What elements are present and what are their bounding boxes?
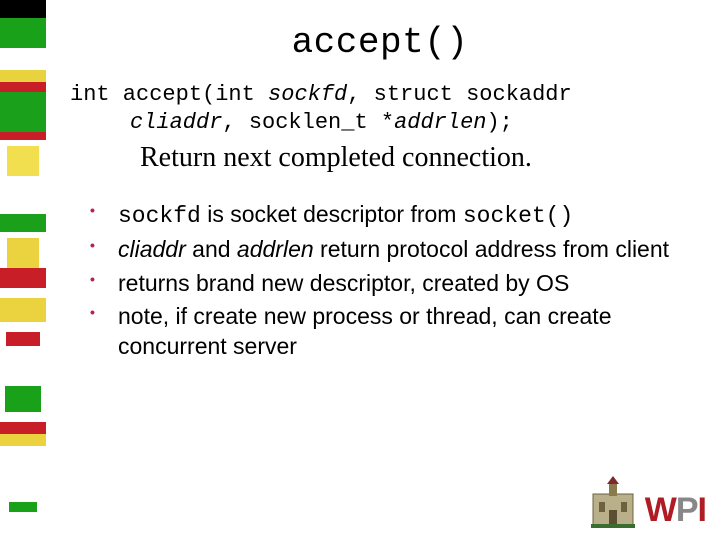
function-signature: int accept(int sockfd, struct sockaddr c… xyxy=(70,81,690,136)
logo-letter: I xyxy=(698,491,706,529)
sig-arg: sockfd xyxy=(268,82,347,107)
sig-text: int accept(int xyxy=(70,82,268,107)
list-item: note, if create new process or thread, c… xyxy=(90,302,690,361)
bullet-segment: sockfd xyxy=(118,203,201,229)
bullet-segment: return protocol address from client xyxy=(314,236,669,262)
bullet-segment: addrlen xyxy=(237,236,314,262)
sig-arg: addrlen xyxy=(394,110,486,135)
bullet-segment: and xyxy=(186,236,237,262)
sig-line1: int accept(int sockfd, struct sockaddr xyxy=(70,82,572,107)
list-item: returns brand new descriptor, created by… xyxy=(90,269,690,298)
wpi-logo: WPI xyxy=(589,476,706,530)
slide-title: accept() xyxy=(70,22,690,63)
sig-text: ); xyxy=(486,110,512,135)
slide-content: accept() int accept(int sockfd, struct s… xyxy=(70,22,690,365)
list-item: cliaddr and addrlen return protocol addr… xyxy=(90,235,690,264)
bullet-list: sockfd is socket descriptor from socket(… xyxy=(70,200,690,361)
sig-text: , socklen_t * xyxy=(222,110,394,135)
decorative-sidebar xyxy=(0,0,46,540)
wpi-seal-icon xyxy=(589,476,637,530)
bullet-segment: cliaddr xyxy=(118,236,186,262)
bullet-segment: note, if create new process or thread, c… xyxy=(118,303,612,358)
wpi-wordmark: WPI xyxy=(645,491,706,530)
bullet-segment: is socket descriptor from xyxy=(201,201,463,227)
sig-arg: cliaddr xyxy=(130,110,222,135)
logo-letter: W xyxy=(645,491,676,529)
sig-text: , struct sockaddr xyxy=(347,82,571,107)
logo-letter: P xyxy=(676,491,698,529)
list-item: sockfd is socket descriptor from socket(… xyxy=(90,200,690,231)
sig-line2: cliaddr, socklen_t *addrlen); xyxy=(70,109,690,137)
tagline: Return next completed connection. xyxy=(70,142,690,174)
bullet-segment: socket() xyxy=(463,203,573,229)
bullet-segment: returns brand new descriptor, created by… xyxy=(118,270,569,296)
